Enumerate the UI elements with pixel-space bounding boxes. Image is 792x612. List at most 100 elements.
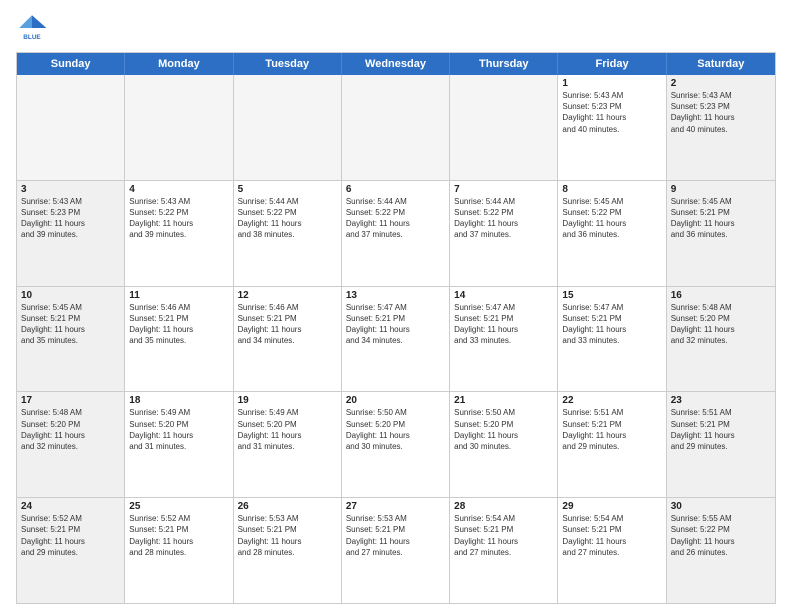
calendar-week-2: 3Sunrise: 5:43 AM Sunset: 5:23 PM Daylig… [17, 181, 775, 287]
calendar-cell: 6Sunrise: 5:44 AM Sunset: 5:22 PM Daylig… [342, 181, 450, 286]
day-number: 11 [129, 290, 228, 301]
day-number: 6 [346, 184, 445, 195]
day-number: 26 [238, 501, 337, 512]
calendar-cell [234, 75, 342, 180]
day-number: 4 [129, 184, 228, 195]
logo: BLUE [16, 12, 52, 44]
calendar-cell: 13Sunrise: 5:47 AM Sunset: 5:21 PM Dayli… [342, 287, 450, 392]
day-info: Sunrise: 5:45 AM Sunset: 5:22 PM Dayligh… [562, 196, 661, 241]
day-info: Sunrise: 5:53 AM Sunset: 5:21 PM Dayligh… [238, 513, 337, 558]
calendar-cell: 10Sunrise: 5:45 AM Sunset: 5:21 PM Dayli… [17, 287, 125, 392]
day-info: Sunrise: 5:47 AM Sunset: 5:21 PM Dayligh… [454, 302, 553, 347]
day-info: Sunrise: 5:44 AM Sunset: 5:22 PM Dayligh… [238, 196, 337, 241]
day-number: 29 [562, 501, 661, 512]
day-info: Sunrise: 5:43 AM Sunset: 5:23 PM Dayligh… [671, 90, 771, 135]
day-number: 2 [671, 78, 771, 89]
day-number: 7 [454, 184, 553, 195]
day-number: 24 [21, 501, 120, 512]
calendar-cell [125, 75, 233, 180]
day-number: 8 [562, 184, 661, 195]
calendar-cell: 2Sunrise: 5:43 AM Sunset: 5:23 PM Daylig… [667, 75, 775, 180]
logo-icon: BLUE [16, 12, 48, 44]
day-info: Sunrise: 5:52 AM Sunset: 5:21 PM Dayligh… [129, 513, 228, 558]
calendar-week-1: 1Sunrise: 5:43 AM Sunset: 5:23 PM Daylig… [17, 75, 775, 181]
day-info: Sunrise: 5:48 AM Sunset: 5:20 PM Dayligh… [671, 302, 771, 347]
calendar-body: 1Sunrise: 5:43 AM Sunset: 5:23 PM Daylig… [17, 75, 775, 603]
svg-text:BLUE: BLUE [23, 34, 41, 41]
day-info: Sunrise: 5:44 AM Sunset: 5:22 PM Dayligh… [346, 196, 445, 241]
day-number: 15 [562, 290, 661, 301]
calendar-cell: 25Sunrise: 5:52 AM Sunset: 5:21 PM Dayli… [125, 498, 233, 603]
day-of-week-monday: Monday [125, 53, 233, 75]
day-number: 18 [129, 395, 228, 406]
calendar-cell: 5Sunrise: 5:44 AM Sunset: 5:22 PM Daylig… [234, 181, 342, 286]
day-number: 5 [238, 184, 337, 195]
calendar-week-5: 24Sunrise: 5:52 AM Sunset: 5:21 PM Dayli… [17, 498, 775, 603]
calendar-cell: 17Sunrise: 5:48 AM Sunset: 5:20 PM Dayli… [17, 392, 125, 497]
calendar-cell: 14Sunrise: 5:47 AM Sunset: 5:21 PM Dayli… [450, 287, 558, 392]
day-info: Sunrise: 5:45 AM Sunset: 5:21 PM Dayligh… [671, 196, 771, 241]
calendar-week-3: 10Sunrise: 5:45 AM Sunset: 5:21 PM Dayli… [17, 287, 775, 393]
day-number: 28 [454, 501, 553, 512]
calendar-cell: 3Sunrise: 5:43 AM Sunset: 5:23 PM Daylig… [17, 181, 125, 286]
day-info: Sunrise: 5:50 AM Sunset: 5:20 PM Dayligh… [346, 407, 445, 452]
header: BLUE [16, 12, 776, 44]
calendar-cell: 12Sunrise: 5:46 AM Sunset: 5:21 PM Dayli… [234, 287, 342, 392]
calendar-cell: 22Sunrise: 5:51 AM Sunset: 5:21 PM Dayli… [558, 392, 666, 497]
day-of-week-sunday: Sunday [17, 53, 125, 75]
day-info: Sunrise: 5:55 AM Sunset: 5:22 PM Dayligh… [671, 513, 771, 558]
calendar-cell: 19Sunrise: 5:49 AM Sunset: 5:20 PM Dayli… [234, 392, 342, 497]
day-number: 25 [129, 501, 228, 512]
day-info: Sunrise: 5:48 AM Sunset: 5:20 PM Dayligh… [21, 407, 120, 452]
day-of-week-tuesday: Tuesday [234, 53, 342, 75]
day-number: 13 [346, 290, 445, 301]
day-number: 14 [454, 290, 553, 301]
calendar-cell: 27Sunrise: 5:53 AM Sunset: 5:21 PM Dayli… [342, 498, 450, 603]
calendar-header: SundayMondayTuesdayWednesdayThursdayFrid… [17, 53, 775, 75]
day-number: 27 [346, 501, 445, 512]
day-of-week-thursday: Thursday [450, 53, 558, 75]
calendar-cell [450, 75, 558, 180]
day-number: 23 [671, 395, 771, 406]
page: BLUE SundayMondayTuesdayWednesdayThursda… [0, 0, 792, 612]
calendar-cell: 9Sunrise: 5:45 AM Sunset: 5:21 PM Daylig… [667, 181, 775, 286]
day-info: Sunrise: 5:52 AM Sunset: 5:21 PM Dayligh… [21, 513, 120, 558]
day-info: Sunrise: 5:50 AM Sunset: 5:20 PM Dayligh… [454, 407, 553, 452]
calendar-cell: 16Sunrise: 5:48 AM Sunset: 5:20 PM Dayli… [667, 287, 775, 392]
day-of-week-saturday: Saturday [667, 53, 775, 75]
calendar-cell: 1Sunrise: 5:43 AM Sunset: 5:23 PM Daylig… [558, 75, 666, 180]
calendar-cell: 28Sunrise: 5:54 AM Sunset: 5:21 PM Dayli… [450, 498, 558, 603]
day-info: Sunrise: 5:43 AM Sunset: 5:23 PM Dayligh… [562, 90, 661, 135]
day-number: 30 [671, 501, 771, 512]
day-info: Sunrise: 5:45 AM Sunset: 5:21 PM Dayligh… [21, 302, 120, 347]
day-info: Sunrise: 5:44 AM Sunset: 5:22 PM Dayligh… [454, 196, 553, 241]
calendar-cell: 23Sunrise: 5:51 AM Sunset: 5:21 PM Dayli… [667, 392, 775, 497]
day-number: 21 [454, 395, 553, 406]
calendar-container: SundayMondayTuesdayWednesdayThursdayFrid… [16, 52, 776, 604]
day-info: Sunrise: 5:51 AM Sunset: 5:21 PM Dayligh… [562, 407, 661, 452]
day-number: 3 [21, 184, 120, 195]
calendar-cell [342, 75, 450, 180]
day-number: 20 [346, 395, 445, 406]
day-info: Sunrise: 5:46 AM Sunset: 5:21 PM Dayligh… [238, 302, 337, 347]
calendar-cell: 30Sunrise: 5:55 AM Sunset: 5:22 PM Dayli… [667, 498, 775, 603]
day-info: Sunrise: 5:47 AM Sunset: 5:21 PM Dayligh… [562, 302, 661, 347]
day-info: Sunrise: 5:51 AM Sunset: 5:21 PM Dayligh… [671, 407, 771, 452]
day-info: Sunrise: 5:54 AM Sunset: 5:21 PM Dayligh… [562, 513, 661, 558]
calendar-cell: 18Sunrise: 5:49 AM Sunset: 5:20 PM Dayli… [125, 392, 233, 497]
calendar-cell: 20Sunrise: 5:50 AM Sunset: 5:20 PM Dayli… [342, 392, 450, 497]
day-of-week-friday: Friday [558, 53, 666, 75]
calendar-cell [17, 75, 125, 180]
day-number: 12 [238, 290, 337, 301]
day-info: Sunrise: 5:53 AM Sunset: 5:21 PM Dayligh… [346, 513, 445, 558]
day-info: Sunrise: 5:47 AM Sunset: 5:21 PM Dayligh… [346, 302, 445, 347]
day-number: 22 [562, 395, 661, 406]
calendar-cell: 21Sunrise: 5:50 AM Sunset: 5:20 PM Dayli… [450, 392, 558, 497]
day-info: Sunrise: 5:49 AM Sunset: 5:20 PM Dayligh… [238, 407, 337, 452]
calendar-cell: 26Sunrise: 5:53 AM Sunset: 5:21 PM Dayli… [234, 498, 342, 603]
day-info: Sunrise: 5:49 AM Sunset: 5:20 PM Dayligh… [129, 407, 228, 452]
day-of-week-wednesday: Wednesday [342, 53, 450, 75]
day-info: Sunrise: 5:54 AM Sunset: 5:21 PM Dayligh… [454, 513, 553, 558]
calendar-cell: 29Sunrise: 5:54 AM Sunset: 5:21 PM Dayli… [558, 498, 666, 603]
day-number: 9 [671, 184, 771, 195]
